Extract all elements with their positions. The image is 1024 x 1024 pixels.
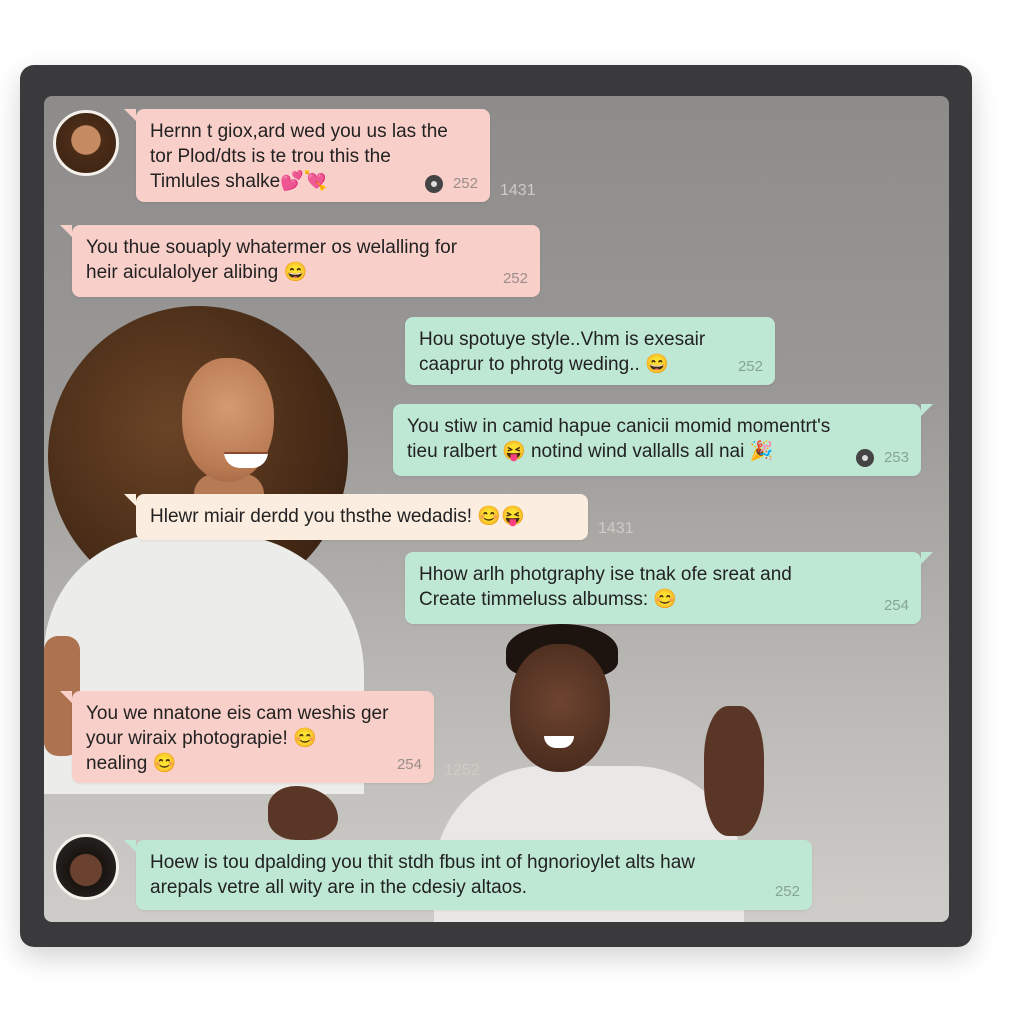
message-bubble-incoming[interactable]: Hlewr miair derdd you thsthe wedadis! 😊😝	[124, 494, 588, 540]
message-meta: 254	[397, 752, 422, 777]
message-bubble-incoming[interactable]: Hoew is tou dpalding you thit stdh fbus …	[124, 840, 812, 910]
message-line: Hhow arlh photgraphy ise tnak ofe sreat …	[419, 564, 792, 585]
message-meta: 252	[424, 171, 478, 196]
message-time: 254	[883, 597, 909, 614]
message-line: Hou spotuye style..Vhm is exesair	[419, 329, 706, 350]
message-time: 252	[502, 270, 528, 287]
check-icon	[855, 448, 874, 467]
message-line: heir aiculalolyer alibing 😄	[86, 262, 308, 283]
message-time: 252	[737, 358, 763, 375]
message-bubble-outgoing[interactable]: Hou spotuye style..Vhm is exesair caapru…	[405, 317, 775, 385]
man-hand-right	[704, 706, 764, 836]
man-avatar[interactable]	[53, 834, 119, 900]
message-meta: 252	[775, 879, 800, 904]
message-time: 254	[396, 756, 422, 773]
message-line: You we nnatone eis cam weshis ger	[86, 703, 389, 724]
message-line: tor Plod/dts is te trou this the	[150, 146, 391, 167]
timestamp: 1431	[598, 520, 634, 537]
message-time: 253	[883, 449, 909, 466]
man-hand-left	[268, 786, 338, 840]
message-line: arepals vetre all wity are in the cdesiy…	[150, 877, 528, 898]
message-line: You stiw in camid hapue canicii momid mo…	[407, 416, 831, 437]
woman-avatar[interactable]	[53, 110, 119, 176]
message-meta: 253	[855, 445, 909, 470]
message-meta: 252	[503, 266, 528, 291]
man-head	[510, 644, 610, 772]
message-bubble-outgoing[interactable]: Hhow arlh photgraphy ise tnak ofe sreat …	[405, 552, 933, 624]
message-line: tieu ralbert 😝 notind wind vallalls all …	[407, 441, 774, 462]
timestamp: 1431	[500, 182, 536, 199]
message-bubble-incoming[interactable]: Hernn t giox,ard wed you us las the tor …	[124, 109, 490, 202]
message-line: caaprur to phrotg weding.. 😄	[419, 354, 669, 375]
message-bubble-incoming[interactable]: You thue souaply whatermer os welalling …	[60, 225, 540, 297]
message-bubble-incoming[interactable]: You we nnatone eis cam weshis ger your w…	[60, 691, 434, 783]
message-line: Hernn t giox,ard wed you us las the	[150, 121, 448, 142]
message-bubble-outgoing[interactable]: You stiw in camid hapue canicii momid mo…	[393, 404, 933, 476]
message-line: Hlewr miair derdd you thsthe wedadis! 😊😝	[150, 506, 525, 527]
message-time: 252	[452, 175, 478, 192]
message-line: You thue souaply whatermer os welalling …	[86, 237, 458, 258]
message-time: 252	[774, 883, 800, 900]
check-icon	[424, 174, 443, 193]
message-line: Create timmeluss albumss: 😊	[419, 589, 678, 610]
timestamp: 1431	[830, 890, 866, 907]
message-line: nealing 😊	[86, 753, 177, 774]
message-meta: 252	[738, 354, 763, 379]
timestamp: 1252	[444, 762, 480, 779]
message-line: Hoew is tou dpalding you thit stdh fbus …	[150, 852, 695, 873]
message-line: your wiraix photograpie! 😊	[86, 728, 317, 749]
message-meta: 254	[884, 593, 909, 618]
